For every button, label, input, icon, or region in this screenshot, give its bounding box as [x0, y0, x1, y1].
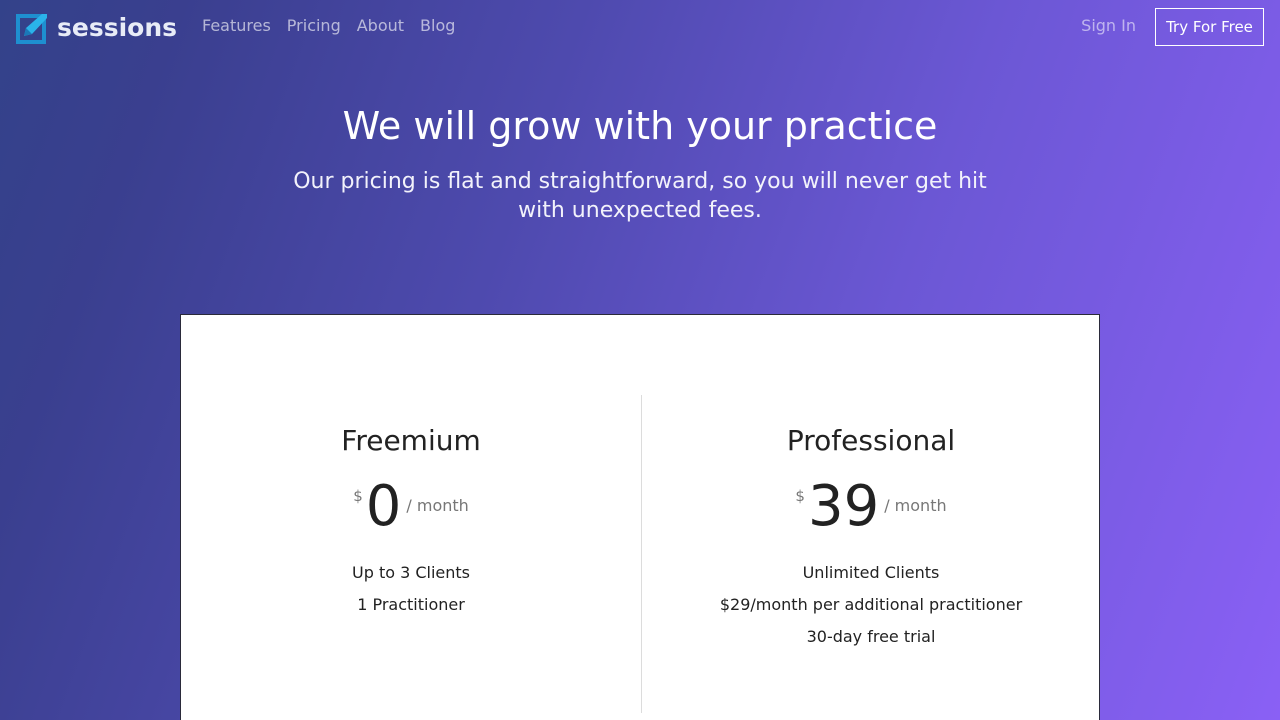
feature-item: 1 Practitioner: [357, 595, 465, 614]
plan-freemium: Freemium $ 0 / month Up to 3 Clients 1 P…: [181, 395, 641, 621]
sign-in-link[interactable]: Sign In: [1081, 16, 1136, 36]
try-for-free-button[interactable]: Try For Free: [1155, 8, 1264, 46]
price-period: / month: [406, 496, 469, 515]
price-period: / month: [884, 496, 947, 515]
feature-list: Up to 3 Clients 1 Practitioner: [181, 557, 641, 621]
plan-name: Professional: [786, 424, 956, 457]
plan-professional: Professional $ 39 / month Unlimited Clie…: [641, 395, 1101, 653]
price-amount: 0: [365, 474, 402, 539]
price: $ 39 / month: [641, 477, 1101, 537]
plan-name: Freemium: [341, 424, 481, 457]
currency-symbol: $: [795, 487, 805, 505]
currency-symbol: $: [353, 487, 363, 505]
feature-item: Up to 3 Clients: [351, 563, 471, 582]
logo[interactable]: sessions: [16, 12, 177, 44]
feature-list: Unlimited Clients $29/month per addition…: [641, 557, 1101, 653]
nav-link-about[interactable]: About: [357, 16, 404, 36]
pricing-card: Freemium $ 0 / month Up to 3 Clients 1 P…: [180, 314, 1100, 720]
price-amount: 39: [807, 474, 880, 539]
sessions-logo-icon: [16, 13, 47, 44]
nav-link-features[interactable]: Features: [202, 16, 271, 36]
nav-link-blog[interactable]: Blog: [420, 16, 455, 36]
nav-link-pricing[interactable]: Pricing: [287, 16, 341, 36]
hero-title: We will grow with your practice: [342, 104, 938, 148]
logo-text: sessions: [57, 13, 178, 42]
feature-item: Unlimited Clients: [802, 563, 940, 582]
hero-subtitle: Our pricing is flat and straightforward,…: [293, 169, 987, 223]
top-navigation: sessions Features Pricing About Blog Sig…: [0, 0, 1280, 54]
feature-item: 30-day free trial: [806, 627, 936, 646]
price: $ 0 / month: [181, 477, 641, 537]
nav-links: Features Pricing About Blog: [202, 16, 455, 36]
feature-item: $29/month per additional practitioner: [719, 595, 1023, 614]
